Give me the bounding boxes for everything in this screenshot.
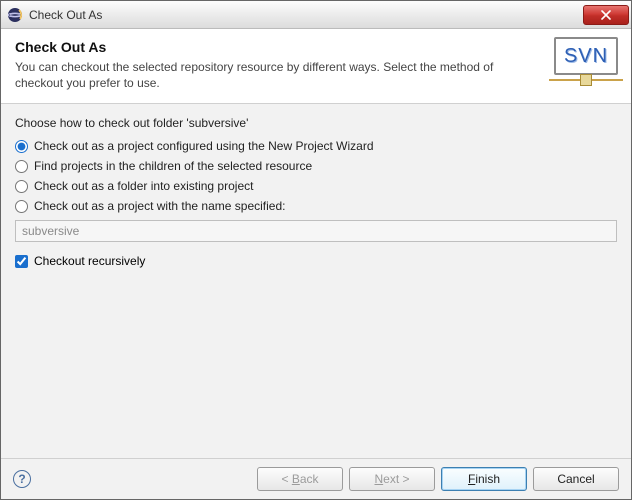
- prompt-text: Choose how to check out folder 'subversi…: [15, 116, 617, 130]
- eclipse-icon: [7, 7, 23, 23]
- radio-option-find-projects[interactable]: Find projects in the children of the sel…: [15, 159, 617, 173]
- svn-box: SVN: [554, 37, 618, 75]
- help-button[interactable]: ?: [13, 470, 31, 488]
- wizard-banner: Check Out As You can checkout the select…: [1, 29, 631, 104]
- dialog-window: Check Out As Check Out As You can checko…: [0, 0, 632, 500]
- radio-input[interactable]: [15, 140, 28, 153]
- close-button[interactable]: [583, 5, 629, 25]
- radio-label: Check out as a project with the name spe…: [34, 199, 285, 213]
- next-label: Next >: [374, 472, 409, 486]
- radio-input[interactable]: [15, 200, 28, 213]
- radio-option-new-project-wizard[interactable]: Check out as a project configured using …: [15, 139, 617, 153]
- radio-input[interactable]: [15, 160, 28, 173]
- banner-description: You can checkout the selected repository…: [15, 59, 495, 91]
- next-button[interactable]: Next >: [349, 467, 435, 491]
- radio-option-folder-existing[interactable]: Check out as a folder into existing proj…: [15, 179, 617, 193]
- wizard-button-bar: ? < Back Next > Finish Cancel: [1, 458, 631, 499]
- back-label: < Back: [281, 472, 318, 486]
- recursive-checkbox[interactable]: [15, 255, 28, 268]
- titlebar: Check Out As: [1, 1, 631, 29]
- finish-label: Finish: [468, 472, 500, 486]
- radio-label: Find projects in the children of the sel…: [34, 159, 312, 173]
- finish-button[interactable]: Finish: [441, 467, 527, 491]
- cancel-label: Cancel: [557, 472, 594, 486]
- svn-connector-icon: [549, 71, 623, 89]
- button-row: < Back Next > Finish Cancel: [257, 467, 619, 491]
- project-name-input[interactable]: [15, 220, 617, 242]
- banner-heading: Check Out As: [15, 39, 617, 55]
- svn-icon: SVN: [551, 37, 621, 99]
- back-button[interactable]: < Back: [257, 467, 343, 491]
- window-title: Check Out As: [29, 8, 583, 22]
- radio-input[interactable]: [15, 180, 28, 193]
- radio-label: Check out as a folder into existing proj…: [34, 179, 253, 193]
- wizard-content: Choose how to check out folder 'subversi…: [1, 104, 631, 458]
- radio-option-named-project[interactable]: Check out as a project with the name spe…: [15, 199, 617, 213]
- radio-label: Check out as a project configured using …: [34, 139, 374, 153]
- recursive-label: Checkout recursively: [34, 254, 145, 268]
- cancel-button[interactable]: Cancel: [533, 467, 619, 491]
- recursive-checkbox-row[interactable]: Checkout recursively: [15, 254, 617, 268]
